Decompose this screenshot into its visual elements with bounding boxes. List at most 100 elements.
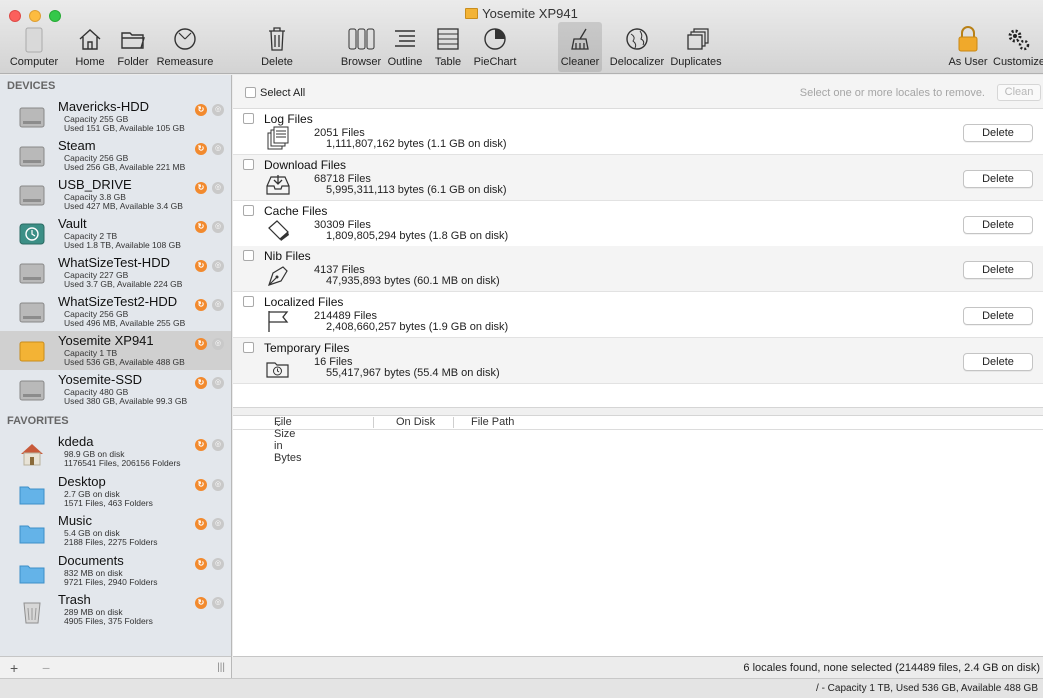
reveal-icon[interactable]: ◎	[212, 478, 224, 491]
clean-button[interactable]: Clean	[997, 84, 1041, 101]
reveal-icon[interactable]: ◎	[212, 597, 224, 609]
category-bytes: 47,935,893 bytes (60.1 MB on disk)	[326, 275, 500, 288]
sidebar-resize-grip[interactable]: |||	[217, 662, 225, 673]
device-item[interactable]: USB_DRIVE Capacity 3.8 GB Used 427 MB, Ava…	[0, 175, 231, 214]
remeasure-icon[interactable]: ↻	[195, 597, 207, 609]
reveal-icon[interactable]: ◎	[212, 338, 224, 350]
toolbar-outline-label: Outline	[387, 56, 423, 68]
toolbar-computer-label: Computer	[9, 56, 59, 68]
favorite-item[interactable]: Music 5.4 GB on disk 2188 Files, 2275 Fold…	[0, 511, 231, 551]
category-row[interactable]: Localized Files 214489 Files 2,408,660,257…	[233, 292, 1043, 339]
remeasure-icon[interactable]: ↻	[195, 221, 207, 233]
selection-bar: Select All Select one or more locales to…	[233, 75, 1043, 109]
toolbar-cleaner-button[interactable]: Cleaner	[558, 22, 602, 72]
remeasure-icon[interactable]: ↻	[195, 260, 207, 272]
device-item[interactable]: Yosemite-SSD Capacity 480 GB Used 380 GB, …	[0, 370, 231, 409]
reveal-icon[interactable]: ◎	[212, 439, 224, 451]
browser-icon	[338, 22, 384, 56]
delete-category-button[interactable]: Delete	[963, 124, 1033, 142]
reveal-icon[interactable]: ◎	[212, 221, 224, 233]
delete-category-button[interactable]: Delete	[963, 169, 1033, 188]
delete-category-button[interactable]: Delete	[963, 261, 1033, 280]
toolbar-piechart-button[interactable]: PieChart	[470, 22, 520, 72]
file-table-header: File Size in Bytes ⌄ On Disk File Path	[233, 416, 1043, 464]
device-item[interactable]: WhatSizeTest2-HDD Capacity 256 GB Used 496…	[0, 292, 231, 331]
toolbar-folder-button[interactable]: Folder	[113, 22, 153, 72]
device-usage: Used 256 GB, Available 221 MB	[64, 162, 186, 172]
remeasure-icon[interactable]: ↻	[195, 377, 207, 389]
favorite-name: Documents	[58, 552, 124, 568]
category-row[interactable]: Temporary Files 16 Files 55,417,967 bytes …	[233, 338, 1043, 384]
toolbar-delocalizer-button[interactable]: Delocalizer	[605, 22, 669, 72]
remeasure-icon[interactable]: ↻	[195, 104, 207, 116]
category-bytes: 5,995,311,113 bytes (6.1 GB on disk)	[326, 183, 507, 196]
devices-list: Mavericks-HDD Capacity 255 GB Used 151 GB,…	[0, 97, 231, 409]
reveal-icon[interactable]: ◎	[212, 260, 224, 272]
remeasure-icon[interactable]: ↻	[195, 478, 207, 491]
category-checkbox[interactable]	[243, 204, 254, 216]
remeasure-icon[interactable]: ↻	[195, 518, 207, 530]
split-divider[interactable]	[233, 407, 1043, 416]
reveal-icon[interactable]: ◎	[212, 518, 224, 530]
home-icon	[70, 22, 110, 56]
toolbar-customize-button[interactable]: Customize	[993, 22, 1043, 72]
category-row[interactable]: Nib Files 4137 Files 47,935,893 bytes (60.…	[233, 246, 1043, 293]
device-usage: Used 1.8 TB, Available 108 GB	[64, 240, 181, 250]
favorite-item[interactable]: Trash 289 MB on disk 4905 Files, 375 Folde…	[0, 590, 231, 630]
device-item[interactable]: Mavericks-HDD Capacity 255 GB Used 151 GB,…	[0, 97, 231, 136]
favorite-counts: 2188 Files, 2275 Folders	[64, 537, 158, 547]
category-checkbox[interactable]	[243, 158, 254, 170]
reveal-icon[interactable]: ◎	[212, 182, 224, 194]
category-checkbox[interactable]	[243, 250, 254, 262]
remeasure-icon[interactable]: ↻	[195, 182, 207, 194]
drive-icon	[18, 339, 46, 363]
column-on-disk[interactable]: On Disk	[396, 416, 435, 428]
favorite-item[interactable]: kdeda 98.9 GB on disk 1176541 Files, 20615…	[0, 432, 231, 472]
toolbar-table-button[interactable]: Table	[430, 22, 466, 72]
category-checkbox[interactable]	[243, 113, 254, 124]
toolbar-delete-button[interactable]: Delete	[255, 22, 299, 72]
delete-category-button[interactable]: Delete	[963, 307, 1033, 326]
reveal-icon[interactable]: ◎	[212, 299, 224, 311]
delete-category-button[interactable]: Delete	[963, 353, 1033, 371]
toolbar-cleaner-label: Cleaner	[560, 56, 600, 68]
column-separator	[453, 417, 454, 428]
selection-hint: Select one or more locales to remove.	[799, 87, 985, 99]
category-checkbox[interactable]	[243, 296, 254, 308]
toolbar-remeasure-label: Remeasure	[156, 56, 214, 68]
device-name: Yosemite XP941	[58, 333, 154, 348]
add-location-button[interactable]: +	[10, 660, 18, 676]
toolbar-duplicates-button[interactable]: Duplicates	[668, 22, 724, 72]
toolbar-computer-button[interactable]: Computer	[2, 22, 66, 72]
remeasure-icon[interactable]: ↻	[195, 143, 207, 155]
toolbar-as-user-button[interactable]: As User	[945, 22, 991, 72]
remeasure-icon[interactable]: ↻	[195, 557, 207, 570]
remeasure-icon[interactable]: ↻	[195, 439, 207, 451]
toolbar-home-button[interactable]: Home	[70, 22, 110, 72]
category-row[interactable]: Cache Files 30309 Files 1,809,805,294 byte…	[233, 201, 1043, 247]
delete-category-button[interactable]: Delete	[963, 215, 1033, 234]
reveal-icon[interactable]: ◎	[212, 557, 224, 570]
reveal-icon[interactable]: ◎	[212, 143, 224, 155]
toolbar-remeasure-button[interactable]: Remeasure	[155, 22, 215, 72]
favorite-item[interactable]: Desktop 2.7 GB on disk 1571 Files, 463 Fol…	[0, 472, 231, 512]
remeasure-icon[interactable]: ↻	[195, 299, 207, 311]
toolbar-browser-button[interactable]: Browser	[338, 22, 384, 72]
remeasure-icon[interactable]: ↻	[195, 338, 207, 350]
category-row[interactable]: Log Files 2051 Files 1,111,807,162 bytes (…	[233, 109, 1043, 155]
device-item[interactable]: Steam Capacity 256 GB Used 256 GB, Availab…	[0, 136, 231, 175]
category-bytes: 1,111,807,162 bytes (1.1 GB on disk)	[326, 138, 507, 150]
toolbar-outline-button[interactable]: Outline	[385, 22, 425, 72]
favorite-item[interactable]: Documents 832 MB on disk 9721 Files, 2940 …	[0, 551, 231, 591]
device-item[interactable]: Vault Capacity 2 TB Used 1.8 TB, Available…	[0, 214, 231, 253]
device-item[interactable]: WhatSizeTest-HDD Capacity 227 GB Used 3.7 …	[0, 253, 231, 292]
reveal-icon[interactable]: ◎	[212, 377, 224, 389]
category-checkbox[interactable]	[243, 342, 254, 353]
select-all-checkbox[interactable]	[245, 87, 256, 98]
column-file-path[interactable]: File Path	[471, 416, 514, 428]
device-item[interactable]: Yosemite XP941 Capacity 1 TB Used 536 GB, …	[0, 331, 231, 370]
select-all-label[interactable]: Select All	[260, 87, 305, 99]
category-row[interactable]: Download Files 68718 Files 5,995,311,113 b…	[233, 154, 1043, 201]
reveal-icon[interactable]: ◎	[212, 104, 224, 116]
remove-location-button[interactable]: −	[42, 660, 50, 676]
